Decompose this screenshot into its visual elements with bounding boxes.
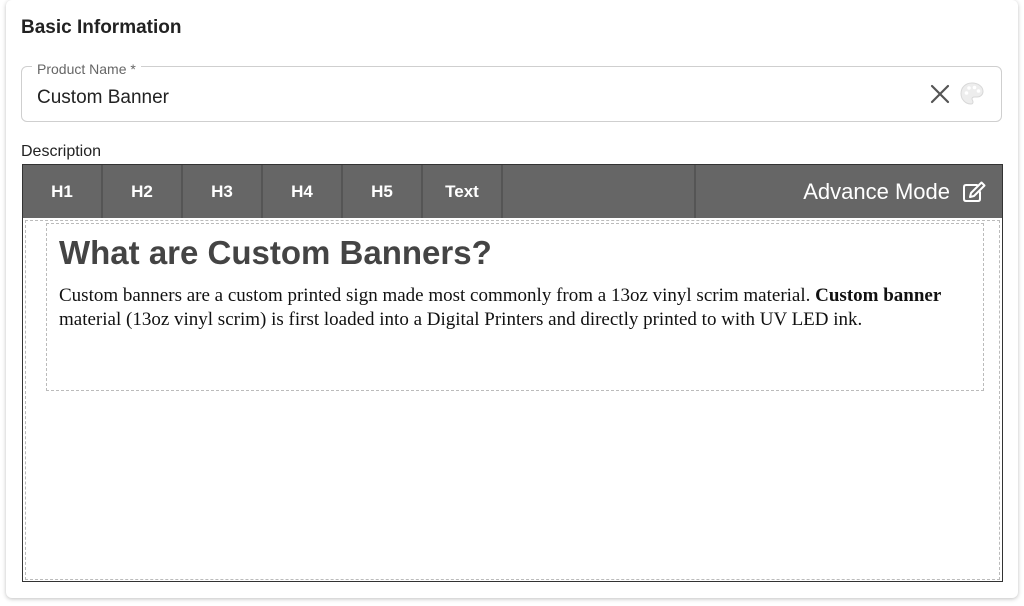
content-heading[interactable]: What are Custom Banners?	[59, 234, 971, 272]
h3-button[interactable]: H3	[183, 165, 263, 218]
product-name-label: Product Name *	[32, 61, 141, 77]
content-paragraph[interactable]: Custom banners are a custom printed sign…	[59, 284, 971, 332]
palette-icon[interactable]	[959, 81, 985, 107]
paragraph-bold-text: Custom banner	[815, 285, 942, 306]
section-title: Basic Information	[21, 17, 182, 38]
editor-canvas[interactable]: What are Custom Banners? Custom banners …	[25, 220, 1000, 580]
product-name-field[interactable]: Product Name *	[21, 61, 1002, 122]
h1-button[interactable]: H1	[23, 165, 103, 218]
advance-mode-button[interactable]: Advance Mode	[696, 165, 1002, 218]
content-block[interactable]: What are Custom Banners? Custom banners …	[46, 223, 984, 391]
paragraph-text-start: Custom banners are a custom printed sign…	[59, 285, 816, 306]
paragraph-text-end: material (13oz vinyl scrim) is first loa…	[59, 309, 863, 330]
description-editor[interactable]: H1 H2 H3 H4 H5 Text Advance Mode What ar…	[22, 164, 1003, 582]
h4-button[interactable]: H4	[263, 165, 343, 218]
h5-button[interactable]: H5	[343, 165, 423, 218]
edit-icon	[963, 181, 986, 202]
advance-mode-label: Advance Mode	[803, 178, 950, 204]
h2-button[interactable]: H2	[103, 165, 183, 218]
text-button[interactable]: Text	[423, 165, 503, 218]
toolbar-spacer	[503, 165, 696, 218]
basic-info-card: Basic Information Product Name * Descrip…	[6, 0, 1018, 598]
close-icon[interactable]	[929, 83, 951, 105]
description-label: Description	[21, 143, 102, 160]
editor-toolbar: H1 H2 H3 H4 H5 Text Advance Mode	[23, 165, 1002, 218]
product-name-input[interactable]	[37, 87, 917, 109]
